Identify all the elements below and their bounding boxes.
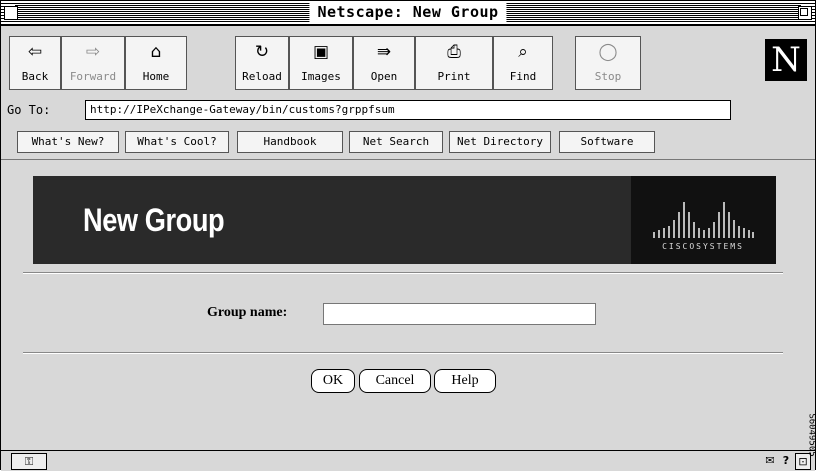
back-button[interactable]: ⇦ Back xyxy=(9,36,61,90)
print-label: Print xyxy=(437,70,471,83)
software-button[interactable]: Software xyxy=(559,131,655,153)
handbook-button[interactable]: Handbook xyxy=(237,131,343,153)
reload-label: Reload xyxy=(242,70,282,83)
divider-top xyxy=(23,272,783,274)
mail-icon[interactable]: ✉ xyxy=(761,453,779,468)
find-label: Find xyxy=(509,70,537,83)
ok-button[interactable]: OK xyxy=(311,369,355,393)
browser-window: Netscape: New Group ⇦ Back ⇨ Forward ⌂ H… xyxy=(0,0,816,471)
images-icon: ▣ xyxy=(312,42,330,62)
images-label: Images xyxy=(301,70,341,83)
home-label: Home xyxy=(142,70,170,83)
open-label: Open xyxy=(370,70,398,83)
stop-button[interactable]: ◯ Stop xyxy=(575,36,641,90)
forward-label: Forward xyxy=(69,70,117,83)
cisco-bridge-icon xyxy=(653,202,754,238)
group-name-row: Group name: xyxy=(1,302,815,326)
stop-label: Stop xyxy=(594,70,622,83)
cisco-wordmark: CISCOSYSTEMS xyxy=(662,242,744,251)
netscape-logo[interactable]: N xyxy=(765,39,807,81)
back-arrow-icon: ⇦ xyxy=(27,42,43,62)
side-reference-text: S6049505 xyxy=(807,400,826,470)
security-key-icon[interactable]: ⚿ xyxy=(11,453,47,470)
reload-button[interactable]: ↻ Reload xyxy=(235,36,289,90)
print-button[interactable]: ⎙ Print xyxy=(415,36,493,90)
directory-buttons: What's New? What's Cool? Handbook Net Se… xyxy=(1,129,815,160)
page-banner: New Group CISCOSYSTEMS xyxy=(33,176,776,264)
status-bar: ⚿ ✉ ? ⊡ xyxy=(1,450,815,471)
location-label: Go To: xyxy=(7,103,51,117)
whats-cool-button[interactable]: What's Cool? xyxy=(125,131,229,153)
window-title: Netscape: New Group xyxy=(309,3,507,22)
location-bar: Go To: http://IPeXchange-Gateway/bin/cus… xyxy=(1,97,815,127)
print-icon: ⎙ xyxy=(447,42,461,62)
stop-icon: ◯ xyxy=(598,42,618,62)
close-box[interactable] xyxy=(4,6,18,20)
forward-arrow-icon: ⇨ xyxy=(85,42,101,62)
net-search-button[interactable]: Net Search xyxy=(349,131,443,153)
zoom-box[interactable] xyxy=(798,6,812,20)
cancel-button[interactable]: Cancel xyxy=(359,369,431,393)
net-directory-button[interactable]: Net Directory xyxy=(449,131,551,153)
help-button[interactable]: Help xyxy=(434,369,496,393)
open-button[interactable]: ⇛ Open xyxy=(353,36,415,90)
images-button[interactable]: ▣ Images xyxy=(289,36,353,90)
home-button[interactable]: ⌂ Home xyxy=(125,36,187,90)
open-icon: ⇛ xyxy=(376,42,392,62)
reload-icon: ↻ xyxy=(254,42,270,62)
forward-button[interactable]: ⇨ Forward xyxy=(61,36,125,90)
whats-new-button[interactable]: What's New? xyxy=(17,131,119,153)
toolbar: ⇦ Back ⇨ Forward ⌂ Home ↻ Reload ▣ Image… xyxy=(1,26,815,96)
group-name-label: Group name: xyxy=(207,305,288,320)
side-reference-label: S6049505 xyxy=(806,413,817,457)
divider-bottom xyxy=(23,352,783,354)
home-icon: ⌂ xyxy=(150,42,162,62)
find-button[interactable]: ⌕ Find xyxy=(493,36,553,90)
find-icon: ⌕ xyxy=(518,42,528,62)
help-question-icon[interactable]: ? xyxy=(779,453,793,468)
cisco-logo: CISCOSYSTEMS xyxy=(631,176,776,264)
back-label: Back xyxy=(21,70,49,83)
form-buttons: OK Cancel Help xyxy=(1,369,815,395)
group-name-input[interactable] xyxy=(323,303,596,325)
page-content: New Group CISCOSYSTEMS Group name: OK Ca… xyxy=(1,161,815,447)
location-input[interactable]: http://IPeXchange-Gateway/bin/customs?gr… xyxy=(85,100,731,120)
title-bar[interactable]: Netscape: New Group xyxy=(1,1,815,26)
page-title: New Group xyxy=(83,202,225,238)
